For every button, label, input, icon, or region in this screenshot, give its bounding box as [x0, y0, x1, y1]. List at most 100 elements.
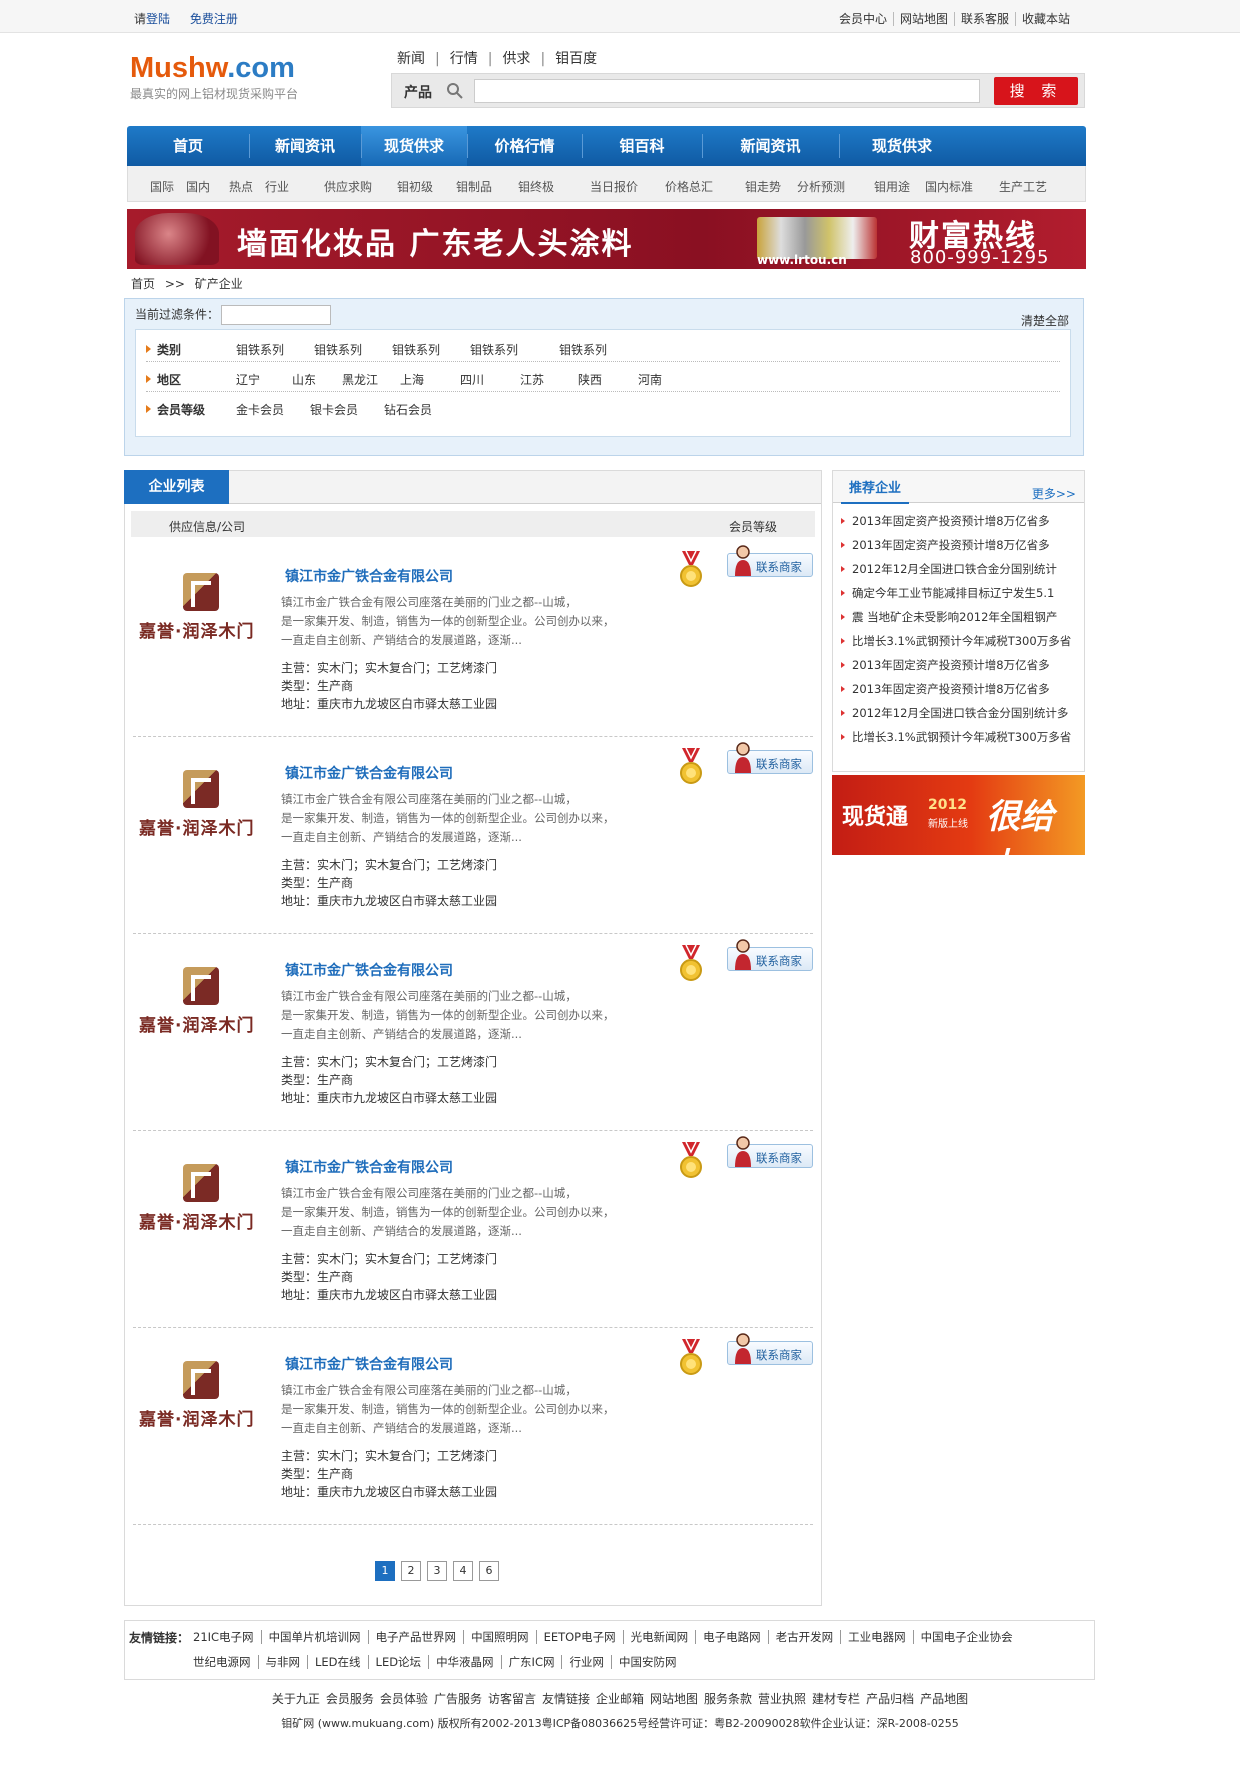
side-ad[interactable]: 现货通 2012 新版上线 很给力: [832, 775, 1085, 855]
company-name-link[interactable]: 镇江市金广铁合金有限公司: [285, 1354, 453, 1374]
friend-link[interactable]: LED在线: [307, 1655, 368, 1669]
company-name-link[interactable]: 镇江市金广铁合金有限公司: [285, 566, 453, 586]
site-logo[interactable]: Mushw.com 最真实的网上铝材现货采购平台: [130, 52, 298, 102]
sub-nav-item-6[interactable]: 钼制品: [456, 178, 492, 195]
filter-option[interactable]: 辽宁: [236, 371, 260, 388]
filter-option[interactable]: 黑龙江: [342, 371, 378, 388]
company-name-link[interactable]: 镇江市金广铁合金有限公司: [285, 1157, 453, 1177]
friend-link[interactable]: LED论坛: [367, 1655, 429, 1669]
main-nav-item-6[interactable]: 现货供求: [839, 126, 965, 166]
sub-nav-item-14[interactable]: 生产工艺: [999, 178, 1047, 195]
recommended-item[interactable]: 2013年固定资产投资预计增8万亿省多: [841, 653, 1077, 677]
company-logo[interactable]: 嘉誉·润泽木门: [133, 768, 259, 852]
sub-nav-item-1[interactable]: 国内: [186, 178, 210, 195]
footer-link[interactable]: 网站地图: [650, 1692, 698, 1706]
recommended-item[interactable]: 震 当地矿企未受影响2012年全国粗钢产: [841, 605, 1077, 629]
clear-all-link[interactable]: 清楚全部: [1021, 312, 1069, 329]
filter-option[interactable]: 钼铁系列: [470, 341, 518, 358]
top-link-2[interactable]: 联系客服: [953, 12, 1015, 26]
footer-link[interactable]: 产品归档: [866, 1692, 914, 1706]
friend-link[interactable]: 世纪电源网: [193, 1655, 258, 1669]
friend-link[interactable]: 中国电子企业协会: [912, 1630, 1020, 1644]
friend-link[interactable]: 光电新闻网: [622, 1630, 696, 1644]
friend-link[interactable]: 电子产品世界网: [367, 1630, 464, 1644]
sub-nav-item-5[interactable]: 钼初级: [397, 178, 433, 195]
company-logo[interactable]: 嘉誉·润泽木门: [133, 1162, 259, 1246]
page-6[interactable]: 6: [479, 1561, 499, 1581]
main-nav-item-4[interactable]: 钼百科: [582, 126, 702, 166]
sub-nav-item-3[interactable]: 行业: [265, 178, 289, 195]
filter-option[interactable]: 钼铁系列: [559, 341, 607, 358]
contact-seller-button[interactable]: 联系商家: [727, 742, 813, 774]
friend-link[interactable]: 与非网: [257, 1655, 307, 1669]
filter-option[interactable]: 江苏: [520, 371, 544, 388]
filter-option[interactable]: 四川: [460, 371, 484, 388]
footer-link[interactable]: 友情链接: [542, 1692, 590, 1706]
company-logo[interactable]: 嘉誉·润泽木门: [133, 571, 259, 655]
search-input[interactable]: [474, 79, 980, 103]
sub-nav-item-2[interactable]: 热点: [229, 178, 253, 195]
recommended-item[interactable]: 2013年固定资产投资预计增8万亿省多: [841, 509, 1077, 533]
header-nav-item-3[interactable]: 钼百度: [555, 51, 597, 67]
footer-link[interactable]: 建材专栏: [812, 1692, 860, 1706]
current-filter-input[interactable]: [221, 305, 332, 325]
recommended-item[interactable]: 确定今年工业节能减排目标辽宁发生5.1: [841, 581, 1077, 605]
company-name-link[interactable]: 镇江市金广铁合金有限公司: [285, 960, 453, 980]
company-logo[interactable]: 嘉誉·润泽木门: [133, 965, 259, 1049]
search-category[interactable]: 产品: [404, 82, 432, 102]
filter-option[interactable]: 钼铁系列: [314, 341, 362, 358]
friend-link[interactable]: 中国单片机培训网: [260, 1630, 368, 1644]
register-link[interactable]: 免费注册: [190, 12, 238, 26]
friend-link[interactable]: 电子电路网: [695, 1630, 768, 1644]
main-nav-item-1[interactable]: 新闻资讯: [249, 126, 361, 166]
footer-link[interactable]: 会员服务: [326, 1692, 374, 1706]
top-link-0[interactable]: 会员中心: [833, 12, 893, 26]
footer-link[interactable]: 广告服务: [434, 1692, 482, 1706]
search-button[interactable]: 搜 索: [994, 77, 1078, 105]
sub-nav-item-0[interactable]: 国际: [150, 178, 174, 195]
filter-option[interactable]: 银卡会员: [310, 401, 358, 418]
friend-link[interactable]: 21IC电子网: [193, 1630, 261, 1644]
friend-link[interactable]: 中华液晶网: [428, 1655, 501, 1669]
header-nav-item-0[interactable]: 新闻: [397, 51, 425, 67]
contact-seller-button[interactable]: 联系商家: [727, 545, 813, 577]
contact-seller-button[interactable]: 联系商家: [727, 939, 813, 971]
sub-nav-item-4[interactable]: 供应求购: [324, 178, 372, 195]
page-4[interactable]: 4: [453, 1561, 473, 1581]
contact-seller-button[interactable]: 联系商家: [727, 1136, 813, 1168]
sub-nav-item-7[interactable]: 钼终极: [518, 178, 554, 195]
recommended-title[interactable]: 推荐企业: [841, 477, 910, 504]
filter-option[interactable]: 山东: [292, 371, 316, 388]
contact-seller-button[interactable]: 联系商家: [727, 1333, 813, 1365]
footer-link[interactable]: 访客留言: [488, 1692, 536, 1706]
page-3[interactable]: 3: [427, 1561, 447, 1581]
recommended-item[interactable]: 2012年12月全国进口铁合金分国别统计: [841, 557, 1077, 581]
main-nav-item-3[interactable]: 价格行情: [467, 126, 582, 166]
filter-option[interactable]: 钼铁系列: [236, 341, 284, 358]
login-link[interactable]: 登陆: [146, 12, 170, 26]
filter-option[interactable]: 金卡会员: [236, 401, 284, 418]
main-nav-item-0[interactable]: 首页: [127, 126, 249, 166]
filter-option[interactable]: 陕西: [578, 371, 602, 388]
footer-link[interactable]: 产品地图: [920, 1692, 968, 1706]
friend-link[interactable]: 中国照明网: [463, 1630, 536, 1644]
more-link[interactable]: 更多>>: [1032, 485, 1076, 502]
main-nav-item-2[interactable]: 现货供求: [361, 126, 467, 166]
filter-option[interactable]: 河南: [638, 371, 662, 388]
sub-nav-item-8[interactable]: 当日报价: [590, 178, 638, 195]
tab-company-list[interactable]: 企业列表: [124, 470, 229, 504]
recommended-item[interactable]: 2013年固定资产投资预计增8万亿省多: [841, 677, 1077, 701]
friend-link[interactable]: 工业电器网: [840, 1630, 913, 1644]
footer-link[interactable]: 关于九正: [272, 1692, 320, 1706]
footer-link[interactable]: 会员体验: [380, 1692, 428, 1706]
banner-ad[interactable]: 墙面化妆品 广东老人头涂料 www.lrtou.cn 财富热线 800-999-…: [127, 209, 1086, 269]
filter-option[interactable]: 钻石会员: [384, 401, 432, 418]
sub-nav-item-13[interactable]: 国内标准: [925, 178, 973, 195]
sub-nav-item-12[interactable]: 钼用途: [874, 178, 910, 195]
friend-link[interactable]: EETOP电子网: [535, 1630, 623, 1644]
main-nav-item-5[interactable]: 新闻资讯: [702, 126, 839, 166]
recommended-item[interactable]: 2012年12月全国进口铁合金分国别统计多: [841, 701, 1077, 725]
filter-option[interactable]: 上海: [400, 371, 424, 388]
sub-nav-item-10[interactable]: 钼走势: [745, 178, 781, 195]
footer-link[interactable]: 服务条款: [704, 1692, 752, 1706]
